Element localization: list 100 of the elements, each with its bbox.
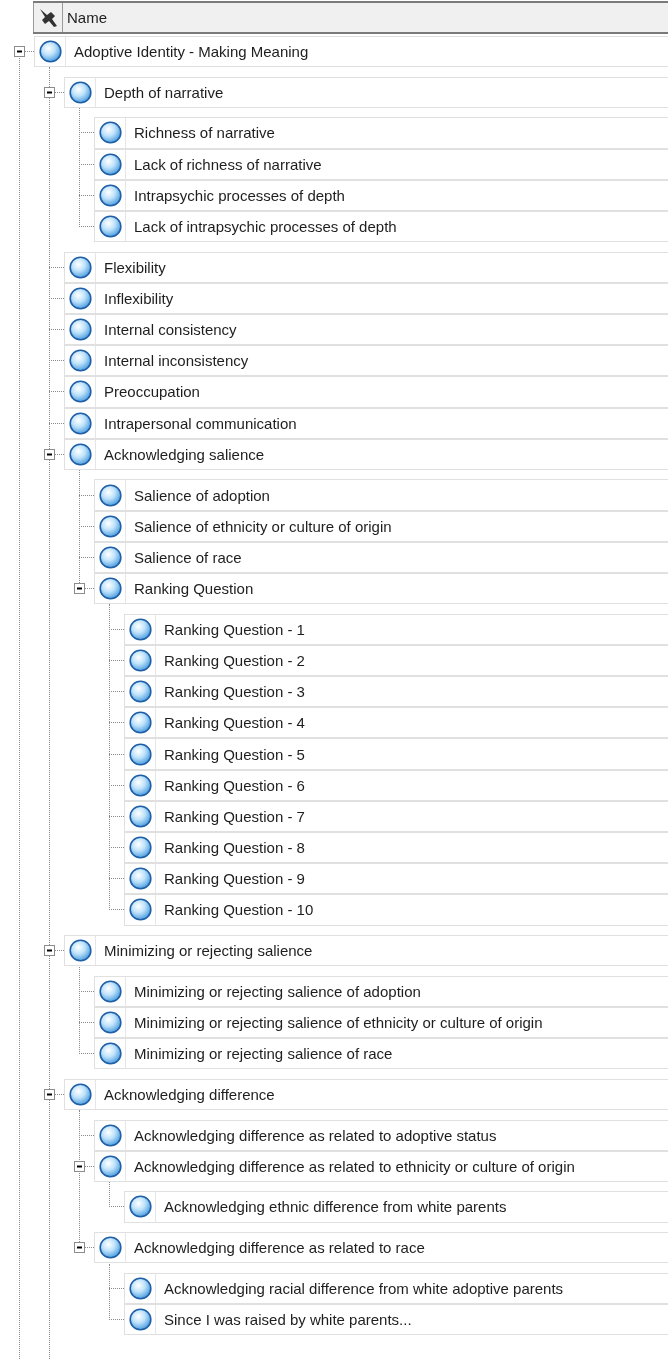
node-label: Ranking Question - 3 xyxy=(163,683,305,701)
circle-icon xyxy=(68,1082,92,1106)
node-label: Ranking Question - 5 xyxy=(163,745,305,763)
tree-item[interactable]: Acknowledging difference as related to adoptive status xyxy=(94,1119,668,1151)
node-label: Adoptive Identity - Making Meaning xyxy=(73,43,309,61)
tree-item[interactable]: Salience of race xyxy=(94,541,668,573)
node-label: Acknowledging difference as related to race xyxy=(133,1239,425,1257)
circle-icon xyxy=(128,836,152,860)
circle-icon xyxy=(98,979,122,1003)
circle-icon xyxy=(128,898,152,922)
tree-item[interactable]: Salience of adoption xyxy=(94,479,668,511)
node-label: Acknowledging racial difference from white adoptive parents xyxy=(163,1279,564,1297)
tree-item[interactable]: Depth of narrative xyxy=(64,76,668,108)
node-label: Minimizing or rejecting salience xyxy=(103,942,313,960)
node-label: Salience of race xyxy=(133,548,242,566)
collapse-toggle[interactable] xyxy=(74,1160,85,1172)
node-label: Minimizing or rejecting salience of race xyxy=(133,1045,393,1063)
circle-icon xyxy=(98,215,122,239)
circle-icon xyxy=(128,867,152,891)
node-label: Richness of narrative xyxy=(133,124,275,142)
tree-item[interactable]: Acknowledging difference xyxy=(64,1078,668,1110)
circle-icon xyxy=(128,742,152,766)
node-label: Acknowledging difference as related to ethnicity or culture of origin xyxy=(133,1157,575,1175)
node-label: Ranking Question - 1 xyxy=(163,620,305,638)
circle-icon xyxy=(68,442,92,466)
column-header[interactable] xyxy=(33,3,63,32)
circle-icon xyxy=(98,514,122,538)
circle-icon xyxy=(128,804,152,828)
tree-item[interactable]: Salience of ethnicity or culture of origin xyxy=(94,510,668,542)
tree-item[interactable]: Ranking Question - 4 xyxy=(124,707,668,739)
tree-item[interactable]: Acknowledging racial difference from white adoptive parents xyxy=(124,1272,668,1304)
tree-item[interactable]: Internal consistency xyxy=(64,314,668,346)
collapse-toggle[interactable] xyxy=(44,86,55,98)
tree-item[interactable]: Ranking Question - 5 xyxy=(124,738,668,770)
circle-icon xyxy=(98,183,122,207)
tree-item[interactable]: Lack of intrapsychic processes of depth xyxy=(94,210,668,243)
node-label: Acknowledging difference as related to adoptive status xyxy=(133,1126,497,1144)
node-label: Ranking Question xyxy=(133,580,254,598)
tree-item[interactable]: Ranking Question xyxy=(94,573,668,605)
tree-item[interactable]: Ranking Question - 9 xyxy=(124,863,668,895)
tree-item[interactable]: Lack of richness of narrative xyxy=(94,148,668,180)
node-label: Intrapersonal communication xyxy=(103,414,297,432)
collapse-toggle[interactable] xyxy=(74,1242,85,1254)
tree-item[interactable]: Acknowledging salience xyxy=(64,438,668,470)
circle-icon xyxy=(98,121,122,145)
tree-item[interactable]: Minimizing or rejecting salience xyxy=(64,935,668,967)
circle-icon xyxy=(38,40,62,64)
tree-item[interactable]: Internal inconsistency xyxy=(64,345,668,377)
node-label: Ranking Question - 9 xyxy=(163,870,305,888)
tree-item[interactable]: Since I was raised by white parents... xyxy=(124,1303,668,1336)
tree-item[interactable]: Inflexibility xyxy=(64,282,668,314)
tree-item[interactable]: Intrapersonal communication xyxy=(64,407,668,439)
tree-item[interactable]: Acknowledging difference as related to ethnicity or culture of origin xyxy=(94,1150,668,1182)
collapse-toggle[interactable] xyxy=(44,448,55,460)
node-label: Minimizing or rejecting salience of adoption xyxy=(133,982,421,1000)
circle-icon xyxy=(98,577,122,601)
collapse-toggle[interactable] xyxy=(44,1088,55,1100)
circle-icon xyxy=(98,545,122,569)
tree-item[interactable]: Acknowledging difference as related to race xyxy=(94,1232,668,1264)
node-label: Inflexibility xyxy=(103,289,174,307)
tree-item[interactable]: Ranking Question - 6 xyxy=(124,769,668,801)
tree-item[interactable]: Ranking Question - 10 xyxy=(124,894,668,926)
circle-icon xyxy=(128,711,152,735)
tree-item[interactable]: Minimizing or rejecting salience of race xyxy=(94,1038,668,1070)
tree-item[interactable]: Flexibility xyxy=(64,251,668,283)
node-label: Ranking Question - 7 xyxy=(163,807,305,825)
node-label: Ranking Question - 10 xyxy=(163,901,314,919)
node-label: Lack of richness of narrative xyxy=(133,155,322,173)
circle-icon xyxy=(98,483,122,507)
node-label: Acknowledging ethnic difference from white parents xyxy=(163,1198,507,1216)
tree-item[interactable]: Intrapsychic processes of depth xyxy=(94,179,668,211)
tree-item[interactable]: Richness of narrative xyxy=(94,117,668,149)
circle-icon xyxy=(98,152,122,176)
tree-item[interactable]: Ranking Question - 1 xyxy=(124,613,668,645)
node-label: Salience of ethnicity or culture of origin xyxy=(133,517,392,535)
circle-icon xyxy=(98,1236,122,1260)
circle-icon xyxy=(128,1276,152,1300)
circle-icon xyxy=(68,939,92,963)
node-label: Since I was raised by white parents... xyxy=(163,1311,412,1329)
node-label: Acknowledging difference xyxy=(103,1085,275,1103)
circle-icon xyxy=(128,648,152,672)
collapse-toggle[interactable] xyxy=(44,945,55,957)
node-label: Minimizing or rejecting salience of ethnicity or culture of origin xyxy=(133,1014,543,1032)
tree-item[interactable]: Acknowledging ethnic difference from white parents xyxy=(124,1191,668,1223)
tree-item[interactable]: Ranking Question - 8 xyxy=(124,832,668,864)
collapse-toggle[interactable] xyxy=(74,583,85,595)
circle-icon xyxy=(68,318,92,342)
tree-item[interactable]: Preoccupation xyxy=(64,376,668,408)
circle-icon xyxy=(68,411,92,435)
tree-item[interactable]: Minimizing or rejecting salience of adoption xyxy=(94,975,668,1007)
tree-item[interactable]: Ranking Question - 7 xyxy=(124,800,668,832)
node-label: Preoccupation xyxy=(103,383,200,401)
circle-icon xyxy=(128,773,152,797)
collapse-toggle[interactable] xyxy=(14,46,25,58)
tree-item[interactable]: Ranking Question - 2 xyxy=(124,644,668,677)
tree-item[interactable]: Adoptive Identity - Making Meaning xyxy=(34,36,668,68)
circle-icon xyxy=(98,1042,122,1066)
tree-item[interactable]: Ranking Question - 3 xyxy=(124,676,668,708)
tree-item[interactable]: Minimizing or rejecting salience of ethnicity or culture of origin xyxy=(94,1006,668,1039)
node-label: Flexibility xyxy=(103,258,166,276)
